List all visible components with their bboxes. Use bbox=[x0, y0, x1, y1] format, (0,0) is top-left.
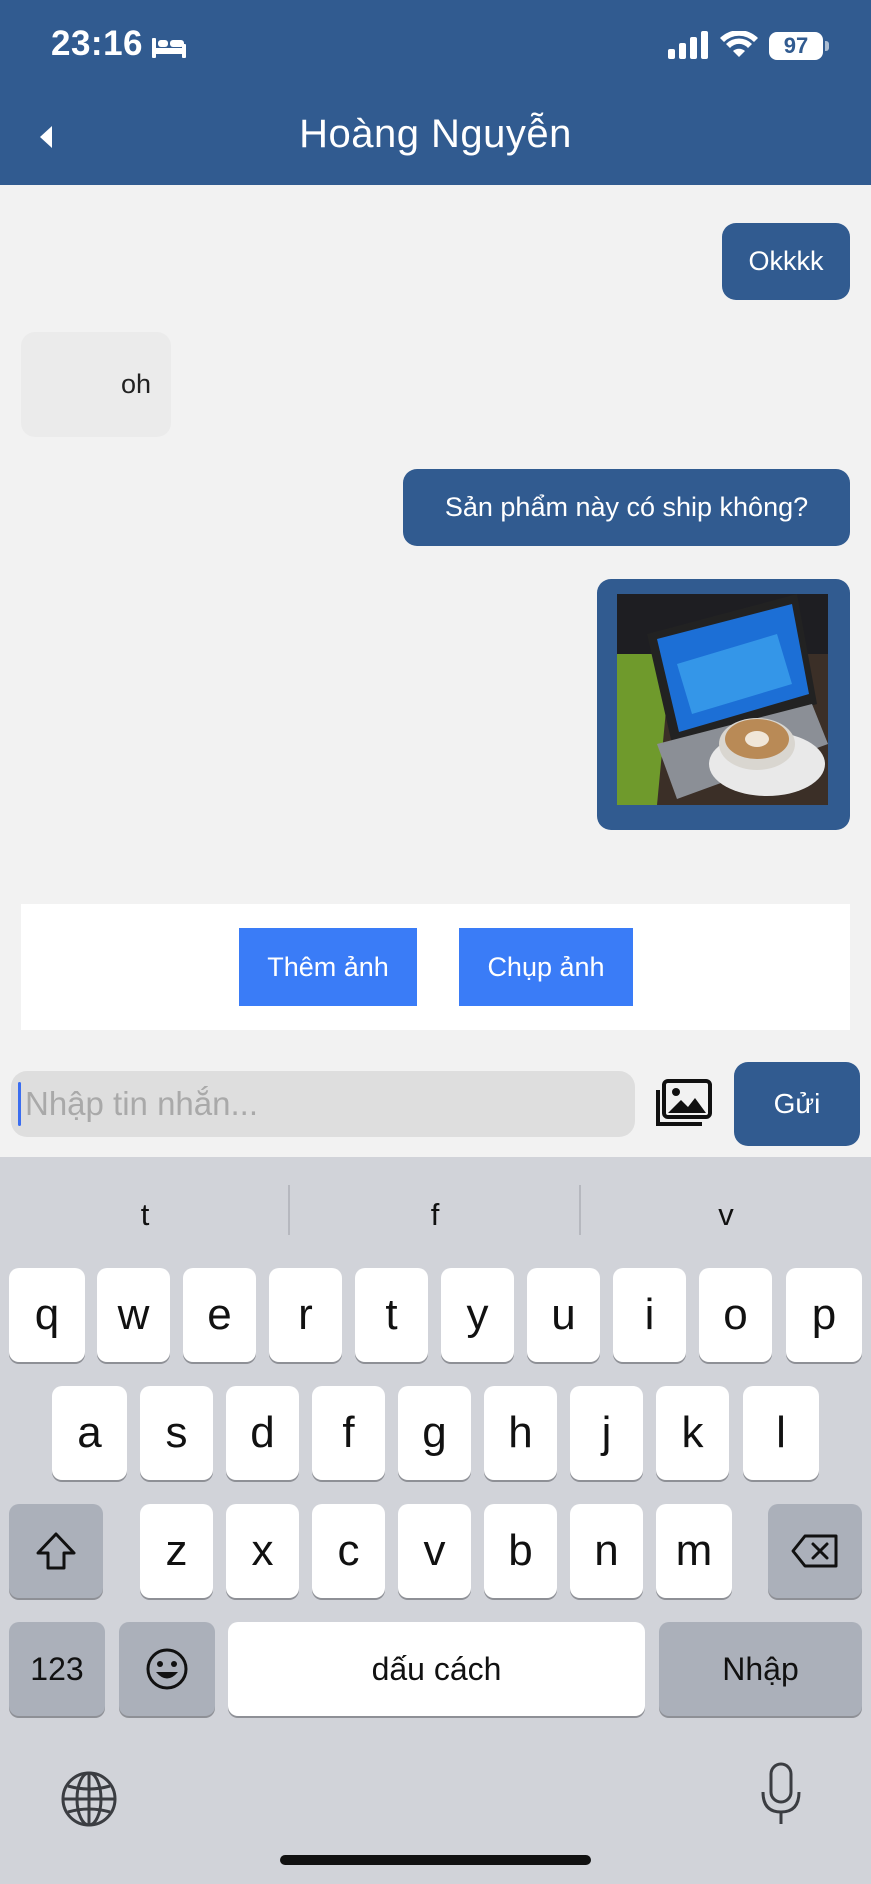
return-key[interactable]: Nhập bbox=[659, 1622, 862, 1716]
on-screen-keyboard: t f v q w e r t y u i o p a s d f g h j … bbox=[0, 1157, 871, 1884]
message-image-outgoing[interactable] bbox=[597, 579, 850, 830]
attachment-actions: Thêm ảnh Chụp ảnh bbox=[21, 904, 850, 1030]
message-text: oh bbox=[120, 369, 151, 399]
key-r[interactable]: r bbox=[269, 1268, 342, 1362]
key-l[interactable]: l bbox=[743, 1386, 819, 1480]
message-incoming[interactable]: oh bbox=[21, 332, 171, 437]
key-q[interactable]: q bbox=[9, 1268, 85, 1362]
text-cursor bbox=[18, 1082, 21, 1126]
key-y[interactable]: y bbox=[441, 1268, 514, 1362]
emoji-key[interactable] bbox=[119, 1622, 215, 1716]
send-button[interactable]: Gửi bbox=[734, 1062, 860, 1146]
chat-title: Hoàng Nguyễn bbox=[299, 112, 572, 156]
backspace-key[interactable] bbox=[768, 1504, 862, 1598]
image-gallery-icon bbox=[656, 1079, 712, 1126]
key-g[interactable]: g bbox=[398, 1386, 471, 1480]
wifi-icon bbox=[720, 30, 758, 64]
key-z[interactable]: z bbox=[140, 1504, 213, 1598]
cellular-signal-icon bbox=[668, 31, 710, 64]
gallery-button[interactable] bbox=[654, 1078, 714, 1128]
take-photo-button[interactable]: Chụp ảnh bbox=[459, 928, 633, 1006]
battery-indicator: 97 bbox=[769, 32, 823, 60]
numbers-key[interactable]: 123 bbox=[9, 1622, 105, 1716]
key-x[interactable]: x bbox=[226, 1504, 299, 1598]
key-o[interactable]: o bbox=[699, 1268, 772, 1362]
message-photo[interactable] bbox=[617, 594, 828, 805]
message-text: Sản phẩm này có ship không? bbox=[444, 492, 809, 522]
key-v[interactable]: v bbox=[398, 1504, 471, 1598]
key-j[interactable]: j bbox=[570, 1386, 643, 1480]
key-d[interactable]: d bbox=[226, 1386, 299, 1480]
emoji-icon bbox=[146, 1648, 188, 1690]
key-a[interactable]: a bbox=[52, 1386, 127, 1480]
backspace-icon bbox=[791, 1534, 838, 1568]
sleep-focus-icon bbox=[152, 34, 186, 63]
space-key[interactable]: dấu cách bbox=[228, 1622, 645, 1716]
status-time: 23:16 bbox=[51, 24, 144, 63]
key-p[interactable]: p bbox=[786, 1268, 862, 1362]
suggestion-3[interactable]: v bbox=[581, 1197, 871, 1233]
key-w[interactable]: w bbox=[97, 1268, 170, 1362]
message-text: Okkkk bbox=[748, 246, 824, 276]
key-n[interactable]: n bbox=[570, 1504, 643, 1598]
suggestion-1[interactable]: t bbox=[0, 1197, 290, 1233]
key-e[interactable]: e bbox=[183, 1268, 256, 1362]
key-u[interactable]: u bbox=[527, 1268, 600, 1362]
shift-key[interactable] bbox=[9, 1504, 103, 1598]
suggestion-2[interactable]: f bbox=[290, 1197, 580, 1233]
add-photo-button[interactable]: Thêm ảnh bbox=[239, 928, 417, 1006]
header-bar: 23:16 97 Hoàng Nguyễn bbox=[0, 0, 871, 185]
message-outgoing[interactable]: Okkkk bbox=[722, 223, 850, 300]
key-b[interactable]: b bbox=[484, 1504, 557, 1598]
key-k[interactable]: k bbox=[656, 1386, 729, 1480]
shift-arrow-icon bbox=[36, 1532, 76, 1570]
home-indicator bbox=[280, 1855, 591, 1865]
message-input[interactable] bbox=[11, 1071, 635, 1137]
key-c[interactable]: c bbox=[312, 1504, 385, 1598]
key-h[interactable]: h bbox=[484, 1386, 557, 1480]
key-s[interactable]: s bbox=[140, 1386, 213, 1480]
key-f[interactable]: f bbox=[312, 1386, 385, 1480]
microphone-icon[interactable] bbox=[760, 1762, 802, 1833]
battery-tip bbox=[825, 41, 829, 51]
key-t[interactable]: t bbox=[355, 1268, 428, 1362]
key-m[interactable]: m bbox=[656, 1504, 732, 1598]
message-outgoing[interactable]: Sản phẩm này có ship không? bbox=[403, 469, 850, 546]
key-i[interactable]: i bbox=[613, 1268, 686, 1362]
globe-icon[interactable] bbox=[60, 1770, 118, 1833]
